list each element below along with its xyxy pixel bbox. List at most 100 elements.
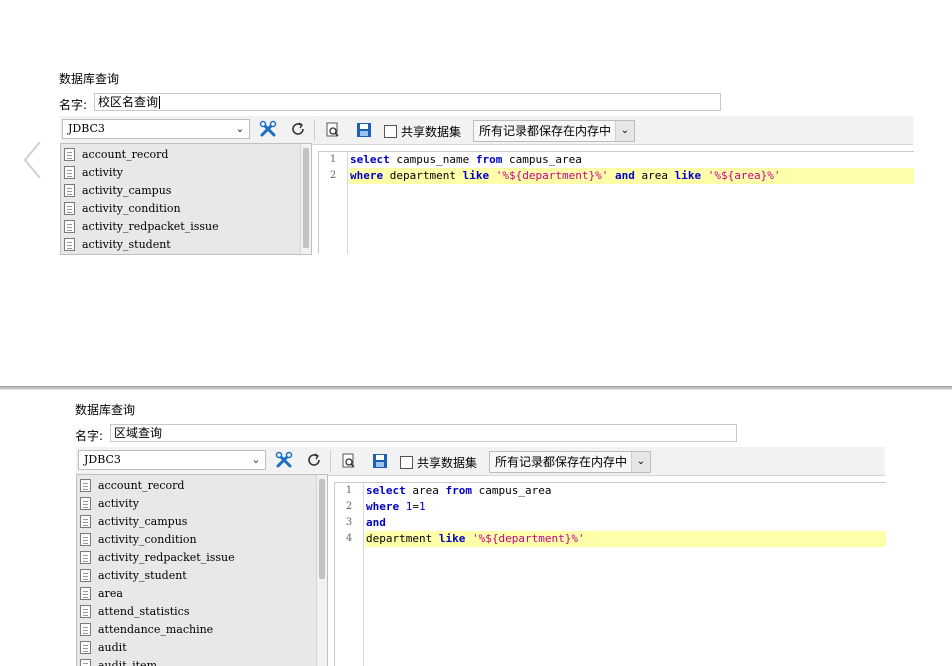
table-list-item[interactable]: activity_student — [61, 235, 311, 253]
table-list-item[interactable]: account_record — [61, 145, 311, 163]
memory-mode-select[interactable]: 所有记录都保存在内存中 ⌄ — [473, 120, 635, 142]
table-list-item[interactable]: activity — [61, 163, 311, 181]
table-name: activity — [98, 496, 140, 510]
table-list-item[interactable]: activity_campus — [77, 512, 327, 530]
table-icon — [80, 658, 91, 666]
toolbar-separator — [314, 119, 315, 141]
table-icon — [64, 183, 75, 197]
sql-token: area — [405, 484, 446, 497]
refresh-icon — [292, 122, 304, 135]
tools-icon — [259, 120, 277, 137]
table-list-item[interactable]: attend_statistics — [77, 602, 327, 620]
table-list-item[interactable]: activity — [77, 494, 327, 512]
line-number-gutter: 1 2 3 4 — [335, 483, 364, 666]
sql-token: from — [445, 484, 473, 497]
sql-line[interactable]: where department like '%${department}%' … — [349, 168, 914, 184]
datasource-value: JDBC3 — [68, 122, 105, 135]
table-list: account_record activity activity_campusact… — [76, 474, 328, 666]
table-list-scrollbar[interactable] — [300, 144, 311, 254]
scrollbar-thumb[interactable] — [319, 479, 325, 579]
memory-mode-select[interactable]: 所有记录都保存在内存中 ⌄ — [489, 451, 651, 473]
table-list-item[interactable]: account_record — [77, 476, 327, 494]
table-list-item[interactable]: activity_condition — [77, 530, 327, 548]
preview-button[interactable] — [338, 451, 360, 471]
table-icon — [64, 219, 75, 233]
line-number-gutter: 12 — [319, 152, 348, 254]
table-icon — [64, 237, 75, 251]
sql-line[interactable]: select area from campus_area — [365, 483, 886, 499]
sql-line[interactable]: select campus_name from campus_area — [349, 152, 914, 168]
table-list-item[interactable]: area — [77, 584, 327, 602]
tools-button[interactable] — [257, 119, 279, 139]
table-icon — [80, 622, 91, 636]
save-button[interactable] — [369, 451, 391, 471]
refresh-button[interactable] — [303, 450, 325, 470]
sql-editor[interactable]: 12 select campus_name from campus_area wh… — [318, 151, 914, 254]
sql-token: like — [462, 169, 490, 182]
table-name: account_record — [98, 478, 185, 492]
sql-token: department — [366, 532, 439, 545]
share-dataset-checkbox[interactable]: 共享数据集 — [400, 452, 477, 472]
line-number: 2 — [329, 170, 337, 181]
table-list-item[interactable]: activity_condition — [61, 199, 311, 217]
memory-mode-value: 所有记录都保存在内存中 — [479, 124, 612, 138]
table-name: account_record — [82, 147, 169, 161]
sql-token: '%${area}%' — [707, 169, 781, 182]
sql-line[interactable]: where 1=1 — [365, 499, 886, 515]
table-icon — [64, 147, 75, 161]
chevron-down-icon: ⌄ — [631, 452, 650, 472]
sql-line[interactable]: and — [365, 515, 886, 531]
table-name: activity_student — [82, 237, 171, 251]
save-button[interactable] — [353, 120, 375, 140]
line-number: 2 — [345, 501, 353, 512]
table-list-item[interactable]: activity_student — [77, 566, 327, 584]
chevron-down-icon: ⌄ — [615, 121, 634, 141]
name-input[interactable]: 区域查询 — [110, 424, 737, 442]
datasource-value: JDBC3 — [84, 453, 121, 466]
sql-token: select — [366, 484, 406, 497]
toolbar-separator — [330, 450, 331, 472]
sql-editor[interactable]: 1 2 3 4 select area from campus_area where 1… — [334, 482, 886, 666]
table-list-scrollbar[interactable] — [316, 475, 327, 666]
table-name: attend_statistics — [98, 604, 190, 618]
datasource-select[interactable]: JDBC3 ⌄ — [62, 119, 250, 139]
sql-token: '%${department}%' — [495, 169, 609, 182]
previous-arrow-icon[interactable] — [22, 140, 44, 180]
name-input[interactable]: 校区名查询 — [94, 93, 721, 111]
table-name: activity — [82, 165, 124, 179]
table-list-item[interactable]: activity_redpacket_issue — [77, 548, 327, 566]
table-icon — [80, 568, 91, 582]
sql-token: campus_area — [472, 484, 552, 497]
share-dataset-checkbox[interactable]: 共享数据集 — [384, 121, 461, 141]
checkbox-box[interactable] — [400, 455, 413, 469]
table-list-item[interactable]: audit — [77, 638, 327, 656]
preview-button[interactable] — [322, 120, 344, 140]
sql-token: where — [366, 500, 400, 513]
line-number: 1 — [345, 485, 353, 496]
refresh-button[interactable] — [287, 119, 309, 139]
sql-code[interactable]: select area from campus_area where 1=1 and… — [365, 483, 886, 547]
table-list-rows: account_record activity activity_campus act… — [61, 144, 311, 253]
sql-code[interactable]: select campus_name from campus_area where… — [349, 152, 914, 184]
table-list-item[interactable]: audit_item — [77, 656, 327, 666]
tools-button[interactable] — [273, 450, 295, 470]
scrollbar-thumb[interactable] — [303, 148, 309, 248]
sql-token: 1 — [419, 500, 426, 513]
table-list-item[interactable]: attendance_machine — [77, 620, 327, 638]
checkbox-box[interactable] — [384, 124, 397, 138]
table-name: activity_campus — [98, 514, 188, 528]
sql-token: department — [383, 169, 463, 182]
table-list-item[interactable]: activity_redpacket_issue — [61, 217, 311, 235]
save-icon — [357, 123, 371, 137]
table-name: audit_item — [98, 658, 158, 666]
sql-token: from — [475, 153, 503, 166]
share-dataset-label: 共享数据集 — [417, 455, 478, 470]
table-list-item[interactable]: activity_campus — [61, 181, 311, 199]
datasource-select[interactable]: JDBC3 ⌄ — [78, 450, 266, 470]
sql-token: area — [634, 169, 675, 182]
bottom-dialog-pane: 数据库查询 名字: 区域查询 JDBC3 ⌄ 共享数据集 所有记录都保存在内存中… — [0, 390, 952, 666]
sql-line[interactable]: department like '%${department}%' — [365, 531, 886, 547]
share-dataset-label: 共享数据集 — [401, 124, 462, 139]
